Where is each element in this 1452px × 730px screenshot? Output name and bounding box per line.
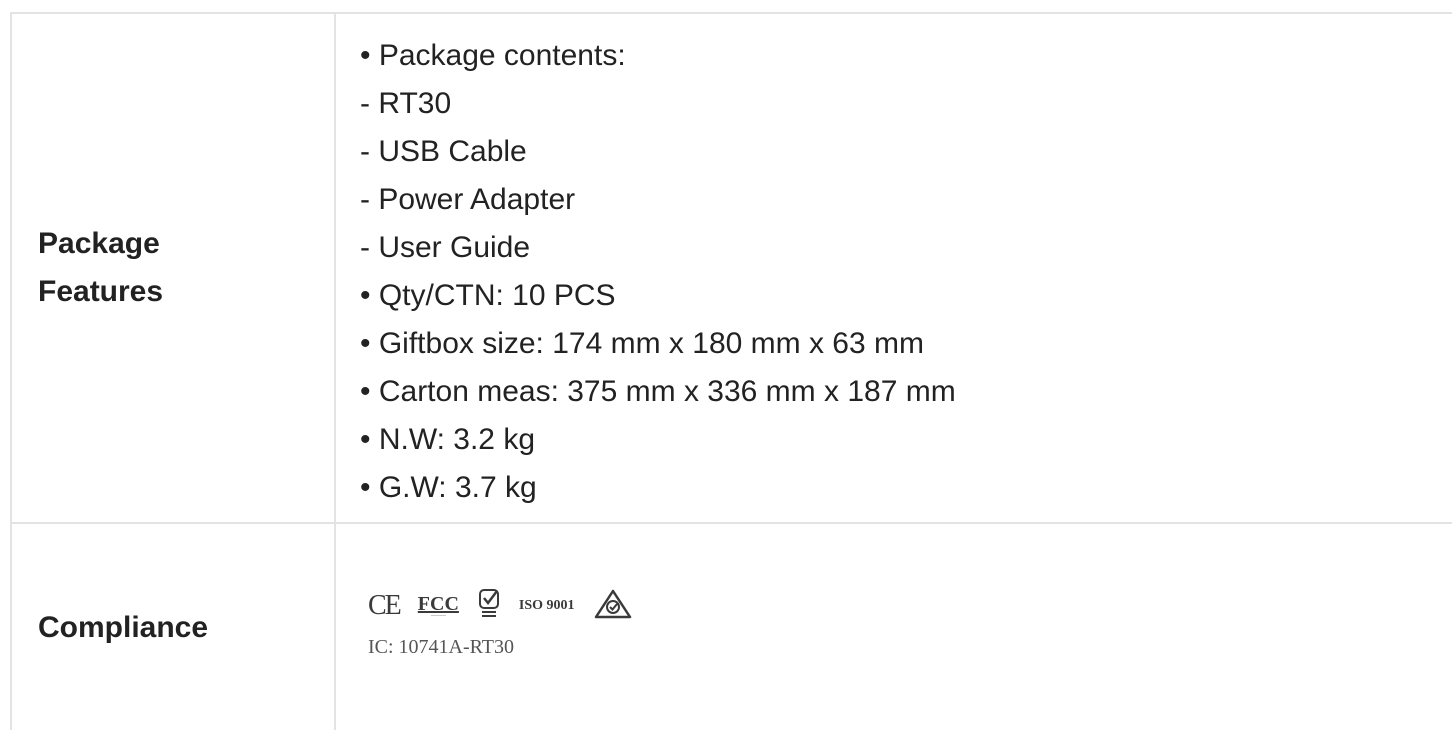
ic-certification-text: IC: 10741A-RT30 [368, 636, 515, 658]
rcm-mark-icon [593, 588, 633, 625]
list-item: - Power Adapter [360, 183, 576, 216]
row-label-package: Package [38, 227, 160, 260]
list-item: - RT30 [360, 87, 452, 120]
label-cell: Compliance [10, 522, 336, 730]
list-item: • Qty/CTN: 10 PCS [360, 279, 616, 312]
table-row-compliance: Compliance CE FCC ——— ISO 9001 IC: 10741… [10, 522, 1452, 730]
list-item: - USB Cable [360, 135, 527, 168]
table-row-package-features: Package Features • Package contents: - R… [10, 12, 1452, 524]
certification-logos: CE FCC ——— ISO 9001 [368, 586, 1452, 626]
label-cell: Package Features [10, 12, 336, 524]
list-item: • Giftbox size: 174 mm x 180 mm x 63 mm [360, 327, 924, 360]
package-feature-list: • Package contents: - RT30 - USB Cable -… [336, 14, 1452, 522]
spec-table: Package Features • Package contents: - R… [10, 12, 1452, 730]
row-label-compliance: Compliance [38, 610, 209, 644]
list-item: • Package contents: [360, 39, 626, 72]
list-item: • G.W: 3.7 kg [360, 471, 537, 504]
value-cell: • Package contents: - RT30 - USB Cable -… [334, 12, 1452, 524]
check-certification-icon [477, 587, 501, 626]
ce-mark-icon: CE [368, 590, 402, 621]
list-item: • N.W: 3.2 kg [360, 423, 536, 456]
fcc-mark-icon: FCC ——— [417, 592, 459, 619]
row-label-features: Features [38, 275, 164, 308]
iso-9001-mark: ISO 9001 [518, 598, 575, 613]
list-item: - User Guide [360, 231, 531, 264]
fcc-label: FCC [417, 592, 459, 615]
list-item: • Carton meas: 375 mm x 336 mm x 187 mm [360, 375, 956, 408]
value-cell: CE FCC ——— ISO 9001 IC: 10741A-RT30 [334, 522, 1452, 730]
